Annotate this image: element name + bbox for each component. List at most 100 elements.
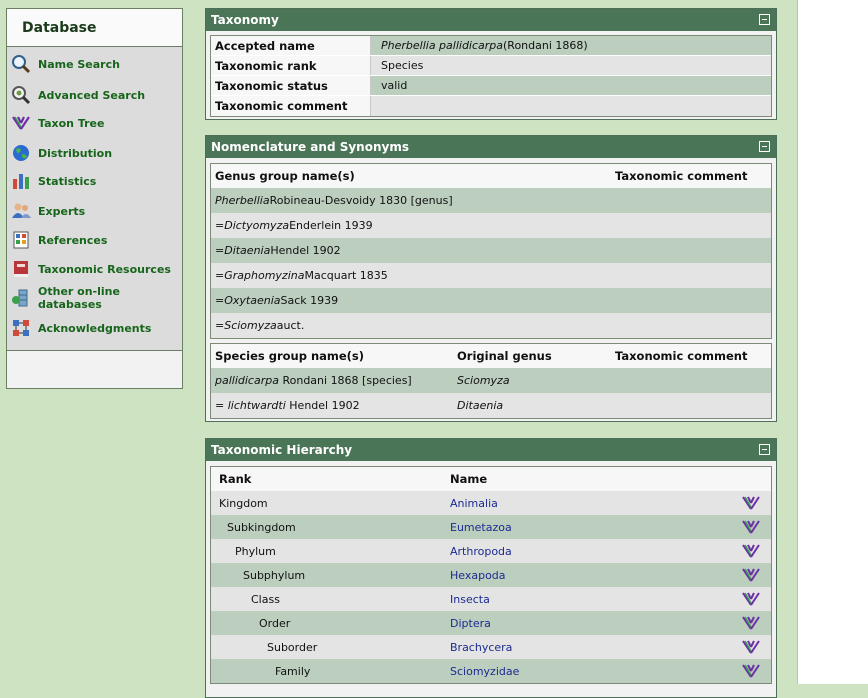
status-value: valid <box>371 76 771 95</box>
sidebar-item-label: Other on-line databases <box>38 285 120 311</box>
sidebar-item-references[interactable]: References <box>11 228 107 252</box>
taxon-link[interactable]: Sciomyzidae <box>450 665 741 678</box>
column-header: Name <box>450 472 488 486</box>
column-header: Rank <box>219 472 252 486</box>
table-row: = Sciomyza auct. <box>211 313 771 338</box>
panel-title: Taxonomy <box>211 13 279 27</box>
hierarchy-panel: Taxonomic Hierarchy Rank Name Kingdom Ani… <box>205 438 777 698</box>
hierarchy-table: Rank Name Kingdom Animalia Subkingdom Eumet… <box>210 466 772 684</box>
nomenclature-panel-header: Nomenclature and Synonyms <box>206 136 776 158</box>
panel-title: Nomenclature and Synonyms <box>211 140 409 154</box>
taxon-tree-icon[interactable] <box>741 663 761 679</box>
table-row: = Ditaenia Hendel 1902 <box>211 238 771 263</box>
field-label: Taxonomic status <box>211 76 371 95</box>
table-row: Accepted name Pherbellia pallidicarpa (R… <box>211 36 771 56</box>
nomenclature-panel: Nomenclature and Synonyms Genus group na… <box>205 135 777 422</box>
taxon-tree-icon[interactable] <box>741 495 761 511</box>
sidebar-item-acknowledgments[interactable]: Acknowledgments <box>11 316 151 340</box>
table-row: = lichtwardti Hendel 1902 Ditaenia <box>211 393 771 418</box>
table-row: Taxonomic comment <box>211 96 771 116</box>
sidebar-item-taxonomic-resources[interactable]: Taxonomic Resources <box>11 257 171 281</box>
taxon-tree-icon[interactable] <box>741 519 761 535</box>
panel-title: Taxonomic Hierarchy <box>211 443 353 457</box>
hierarchy-panel-header: Taxonomic Hierarchy <box>206 439 776 461</box>
table-row: = Oxytaenia Sack 1939 <box>211 288 771 313</box>
original-genus: Ditaenia <box>457 399 504 412</box>
table-row: Taxonomic rank Species <box>211 56 771 76</box>
database-icon <box>11 288 31 308</box>
taxon-tree-icon[interactable] <box>741 591 761 607</box>
taxon-tree-icon[interactable] <box>741 567 761 583</box>
sidebar-item-label: Advanced Search <box>38 88 146 102</box>
sidebar-item-statistics[interactable]: Statistics <box>11 169 96 193</box>
sidebar-item-other-databases[interactable]: Other on-line databases <box>11 285 182 311</box>
taxon-link[interactable]: Animalia <box>450 497 741 510</box>
references-icon <box>11 230 31 250</box>
column-header: Taxonomic comment <box>615 169 748 183</box>
column-header: Species group name(s) <box>215 349 365 363</box>
taxon-tree-icon[interactable] <box>741 615 761 631</box>
taxon-tree-icon[interactable] <box>741 543 761 559</box>
field-label: Accepted name <box>211 36 371 55</box>
sidebar-item-distribution[interactable]: Distribution <box>11 141 112 165</box>
table-row: Suborder Brachycera <box>211 635 771 659</box>
taxon-tree-icon <box>11 113 31 133</box>
taxonomy-panel-header: Taxonomy <box>206 9 776 31</box>
sidebar-item-label: Taxon Tree <box>38 116 105 130</box>
rank-cell: Order <box>259 616 291 630</box>
taxon-tree-icon[interactable] <box>741 639 761 655</box>
taxon-link[interactable]: Brachycera <box>450 641 741 654</box>
taxon-link[interactable]: Eumetazoa <box>450 521 741 534</box>
rank-value: Species <box>371 56 771 75</box>
rank-cell: Suborder <box>267 640 318 654</box>
table-row: = Graphomyzina Macquart 1835 <box>211 263 771 288</box>
collapse-icon[interactable] <box>759 141 770 152</box>
sidebar-item-label: Distribution <box>38 146 113 160</box>
sidebar-item-experts[interactable]: Experts <box>11 199 85 223</box>
collapse-icon[interactable] <box>759 444 770 455</box>
table-row: Phylum Arthropoda <box>211 539 771 563</box>
taxon-link[interactable]: Arthropoda <box>450 545 741 558</box>
table-row: Subkingdom Eumetazoa <box>211 515 771 539</box>
table-header: Species group name(s) Original genus Tax… <box>211 344 771 368</box>
species-table: Species group name(s) Original genus Tax… <box>210 343 772 419</box>
sidebar-item-advanced-search[interactable]: Advanced Search <box>11 83 145 107</box>
sidebar-item-taxon-tree[interactable]: Taxon Tree <box>11 111 104 135</box>
magnifier-icon <box>11 54 31 74</box>
taxon-link[interactable]: Hexapoda <box>450 569 741 582</box>
taxonomy-table: Accepted name Pherbellia pallidicarpa (R… <box>210 35 772 117</box>
advanced-search-icon <box>11 85 31 105</box>
rank-cell: Phylum <box>235 544 276 558</box>
column-header: Original genus <box>457 349 552 363</box>
table-row: pallidicarpa Rondani 1868 [species] Scio… <box>211 368 771 393</box>
sidebar-item-label: Name Search <box>38 57 120 71</box>
sidebar-item-label: Acknowledgments <box>38 321 152 335</box>
table-row: Kingdom Animalia <box>211 491 771 515</box>
collapse-icon[interactable] <box>759 14 770 25</box>
table-row: Pherbellia Robineau-Desvoidy 1830 [genus… <box>211 188 771 213</box>
table-row: Subphylum Hexapoda <box>211 563 771 587</box>
accepted-name-value: Pherbellia pallidicarpa (Rondani 1868) <box>371 36 771 55</box>
taxon-link[interactable]: Diptera <box>450 617 741 630</box>
rank-cell: Kingdom <box>219 496 268 510</box>
table-row: Taxonomic status valid <box>211 76 771 96</box>
taxon-link[interactable]: Insecta <box>450 593 741 606</box>
book-icon <box>11 259 31 279</box>
globe-icon <box>11 143 31 163</box>
rank-cell: Family <box>275 664 311 678</box>
table-row: Class Insecta <box>211 587 771 611</box>
column-header: Taxonomic comment <box>615 349 748 363</box>
sidebar-item-label: Taxonomic Resources <box>38 262 171 276</box>
table-header: Rank Name <box>211 467 771 491</box>
sidebar-item-label: Statistics <box>38 174 97 188</box>
sidebar-item-name-search[interactable]: Name Search <box>11 52 120 76</box>
table-row: Order Diptera <box>211 611 771 635</box>
sidebar-item-label: References <box>38 233 108 247</box>
field-label: Taxonomic rank <box>211 56 371 75</box>
sidebar-title: Database <box>7 9 182 47</box>
table-header: Genus group name(s) Taxonomic comment <box>211 164 771 188</box>
comment-value <box>371 96 771 116</box>
table-row: = Dictyomyza Enderlein 1939 <box>211 213 771 238</box>
table-row: Family Sciomyzidae <box>211 659 771 683</box>
people-icon <box>11 201 31 221</box>
